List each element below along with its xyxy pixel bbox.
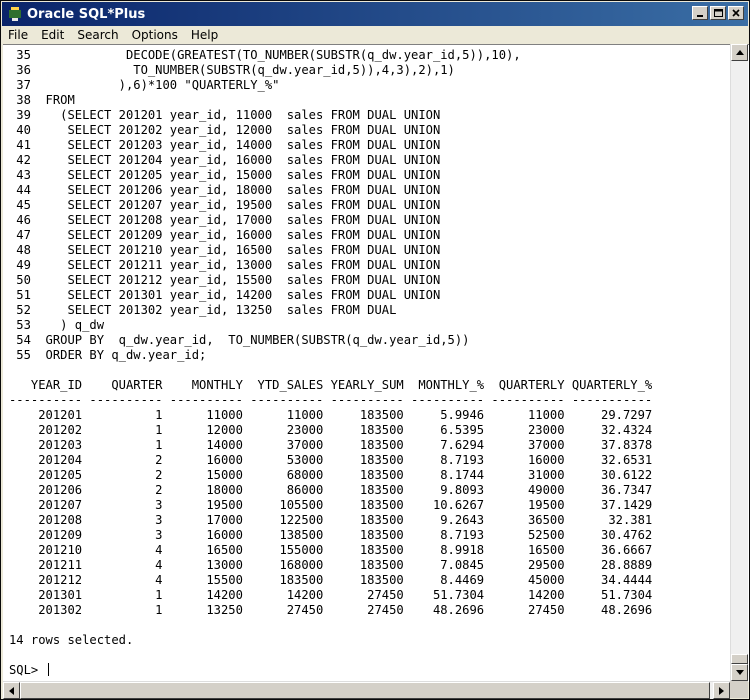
console-line: 201209 3 16000 138500 183500 8.7193 5250…: [9, 528, 653, 542]
console-line: 48 SELECT 201210 year_id, 16500 sales FR…: [9, 243, 441, 257]
console-line: YEAR_ID QUARTER MONTHLY YTD_SALES YEARLY…: [9, 378, 653, 392]
console-line: 201202 1 12000 23000 183500 6.5395 23000…: [9, 423, 653, 437]
text-cursor: [47, 663, 49, 676]
console-line: 201205 2 15000 68000 183500 8.1744 31000…: [9, 468, 653, 482]
window-title: Oracle SQL*Plus: [27, 6, 146, 22]
scroll-up-button[interactable]: [731, 44, 748, 61]
scroll-right-arrow-icon: [719, 686, 724, 695]
console-line: 55 ORDER BY q_dw.year_id;: [9, 348, 207, 362]
close-button[interactable]: [728, 6, 744, 20]
console-line: 35 DECODE(GREATEST(TO_NUMBER(SUBSTR(q_dw…: [9, 48, 521, 62]
size-grip[interactable]: [730, 681, 748, 698]
maximize-button[interactable]: [710, 6, 726, 20]
console-line: 201210 4 16500 155000 183500 8.9918 1650…: [9, 543, 653, 557]
console-line: 44 SELECT 201206 year_id, 18000 sales FR…: [9, 183, 441, 197]
console-line: 47 SELECT 201209 year_id, 16000 sales FR…: [9, 228, 441, 242]
horizontal-scroll-thumb[interactable]: [20, 682, 710, 699]
title-bar[interactable]: Oracle SQL*Plus: [2, 2, 748, 26]
console-line: 40 SELECT 201202 year_id, 12000 sales FR…: [9, 123, 441, 137]
scroll-down-button[interactable]: [731, 664, 748, 681]
console-line: 201301 1 14200 14200 27450 51.7304 14200…: [9, 588, 653, 602]
menu-edit[interactable]: Edit: [35, 28, 71, 42]
horizontal-scrollbar[interactable]: [3, 681, 730, 699]
console-line: 36 TO_NUMBER(SUBSTR(q_dw.year_id,5)),4,3…: [9, 63, 455, 77]
console-line: 46 SELECT 201208 year_id, 17000 sales FR…: [9, 213, 441, 227]
minimize-button[interactable]: [692, 6, 708, 20]
console-line: 201302 1 13250 27450 27450 48.2696 27450…: [9, 603, 653, 617]
sqlplus-window: Oracle SQL*Plus File Edit Search Options…: [0, 0, 750, 700]
sql-prompt-line[interactable]: SQL>: [9, 663, 729, 678]
close-icon: [732, 9, 740, 17]
console-line: 52 SELECT 201302 year_id, 13250 sales FR…: [9, 303, 397, 317]
window-controls: [692, 6, 744, 20]
scroll-left-arrow-icon: [9, 686, 14, 695]
console-line: 201207 3 19500 105500 183500 10.6267 195…: [9, 498, 653, 512]
console-line: 45 SELECT 201207 year_id, 19500 sales FR…: [9, 198, 441, 212]
console-line: 54 GROUP BY q_dw.year_id, TO_NUMBER(SUBS…: [9, 333, 470, 347]
console-line: 201204 2 16000 53000 183500 8.7193 16000…: [9, 453, 653, 467]
menu-help[interactable]: Help: [185, 28, 225, 42]
console-line: 50 SELECT 201212 year_id, 15500 sales FR…: [9, 273, 441, 287]
console-area[interactable]: 35 DECODE(GREATEST(TO_NUMBER(SUBSTR(q_dw…: [3, 44, 749, 682]
console-line: 43 SELECT 201205 year_id, 15000 sales FR…: [9, 168, 441, 182]
console-line: 49 SELECT 201211 year_id, 13000 sales FR…: [9, 258, 441, 272]
console-line: 201212 4 15500 183500 183500 8.4469 4500…: [9, 573, 653, 587]
menu-bar: File Edit Search Options Help: [2, 26, 748, 44]
console-text[interactable]: 35 DECODE(GREATEST(TO_NUMBER(SUBSTR(q_dw…: [9, 48, 729, 680]
scroll-left-button[interactable]: [3, 682, 20, 699]
vertical-scrollbar[interactable]: [730, 44, 748, 681]
console-line: 201208 3 17000 122500 183500 9.2643 3650…: [9, 513, 653, 527]
sqlplus-app-icon[interactable]: [7, 6, 23, 22]
vertical-scroll-thumb[interactable]: [731, 654, 748, 664]
console-line: 38 FROM: [9, 93, 75, 107]
console-line: 14 rows selected.: [9, 633, 134, 647]
minimize-icon: [697, 15, 703, 17]
console-line: 41 SELECT 201203 year_id, 14000 sales FR…: [9, 138, 441, 152]
console-line: 51 SELECT 201301 year_id, 14200 sales FR…: [9, 288, 441, 302]
console-line: 53 ) q_dw: [9, 318, 105, 332]
console-line: 42 SELECT 201204 year_id, 16000 sales FR…: [9, 153, 441, 167]
menu-file[interactable]: File: [2, 28, 35, 42]
console-line: 201206 2 18000 86000 183500 9.8093 49000…: [9, 483, 653, 497]
console-line: 201203 1 14000 37000 183500 7.6294 37000…: [9, 438, 653, 452]
scroll-right-button[interactable]: [713, 682, 730, 699]
scroll-down-arrow-icon: [735, 670, 744, 675]
console-line: 201201 1 11000 11000 183500 5.9946 11000…: [9, 408, 653, 422]
console-line: ---------- ---------- ---------- -------…: [9, 393, 653, 407]
console-line: 39 (SELECT 201201 year_id, 11000 sales F…: [9, 108, 441, 122]
scroll-up-arrow-icon: [735, 50, 744, 55]
maximize-icon: [713, 9, 723, 17]
menu-search[interactable]: Search: [71, 28, 125, 42]
sql-prompt: SQL>: [9, 663, 46, 677]
menu-options[interactable]: Options: [126, 28, 185, 42]
console-line: 37 ),6)*100 "QUARTERLY_%": [9, 78, 280, 92]
console-line: 201211 4 13000 168000 183500 7.0845 2950…: [9, 558, 653, 572]
